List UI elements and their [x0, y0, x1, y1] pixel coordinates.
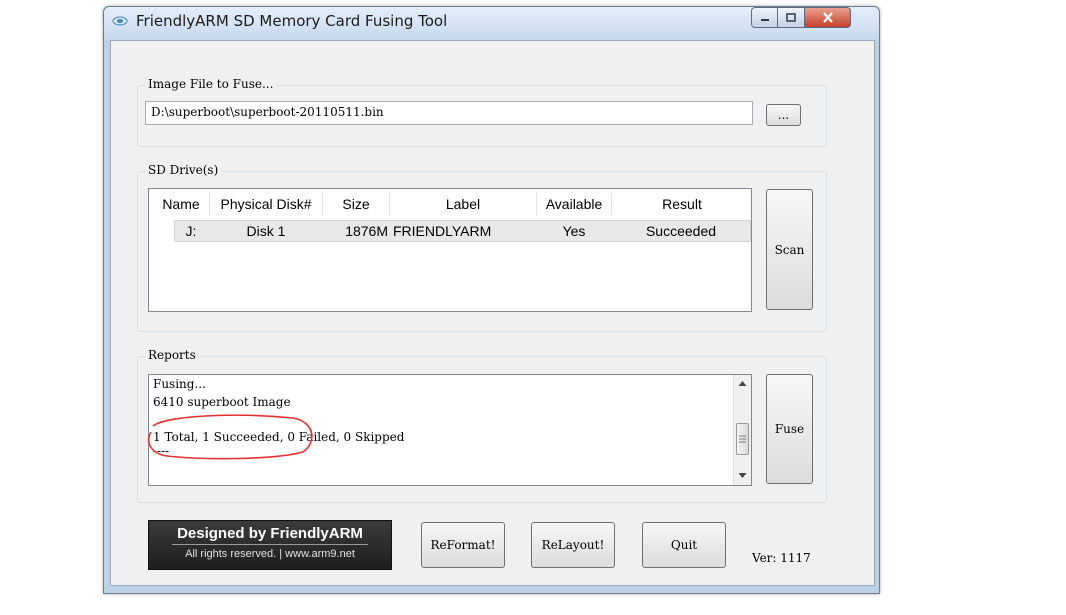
fuse-button[interactable]: Fuse [766, 374, 813, 484]
window-title: FriendlyARM SD Memory Card Fusing Tool [136, 12, 448, 30]
close-button[interactable] [805, 7, 851, 28]
column-header-available[interactable]: Available [537, 193, 611, 215]
column-header-size[interactable]: Size [323, 193, 389, 215]
minimize-icon [760, 18, 769, 21]
column-header-result[interactable]: Result [612, 193, 752, 215]
logo-title: Designed by FriendlyARM [177, 525, 363, 542]
column-header-name[interactable]: Name [153, 193, 209, 215]
logo-divider [172, 544, 368, 545]
drive-label-cell: FRIENDLYARM [393, 223, 492, 239]
drive-result-cell: Succeeded [645, 223, 717, 239]
version-label: Ver: 1117 [752, 551, 811, 565]
sd-drives-group-label: SD Drive(s) [145, 163, 222, 177]
image-path-field[interactable]: D:\superboot\superboot-20110511.bin [145, 101, 753, 125]
grip-icon [739, 435, 746, 443]
reports-group-label: Reports [145, 348, 199, 362]
drive-size-cell: 1876M [345, 223, 388, 239]
scroll-down-icon[interactable] [738, 472, 747, 479]
maximize-button[interactable] [778, 7, 805, 28]
drive-available-cell: Yes [562, 223, 586, 239]
reformat-button[interactable]: ReFormat! [421, 522, 505, 568]
app-icon [112, 16, 128, 26]
drive-disk-cell: Disk 1 [246, 223, 286, 239]
report-line: Fusing... [153, 377, 206, 391]
image-file-group-label: Image File to Fuse... [145, 77, 277, 91]
minimize-button[interactable] [751, 7, 778, 28]
annotation-circle [147, 414, 313, 460]
column-header-physical-disk[interactable]: Physical Disk# [210, 193, 322, 215]
quit-button[interactable]: Quit [642, 522, 726, 568]
relayout-button[interactable]: ReLayout! [531, 522, 615, 568]
maximize-icon [786, 13, 796, 22]
column-header-label[interactable]: Label [390, 193, 536, 215]
browse-button[interactable]: ... [766, 104, 801, 126]
report-line: 6410 superboot Image [153, 395, 291, 409]
scan-button[interactable]: Scan [766, 189, 813, 310]
report-scrollbar[interactable] [733, 375, 751, 485]
drive-name-cell: J: [185, 223, 197, 239]
scroll-up-icon[interactable] [738, 380, 747, 387]
logo-subtitle: All rights reserved. | www.arm9.net [185, 548, 355, 560]
scroll-thumb[interactable] [736, 423, 749, 455]
close-icon [822, 12, 833, 23]
